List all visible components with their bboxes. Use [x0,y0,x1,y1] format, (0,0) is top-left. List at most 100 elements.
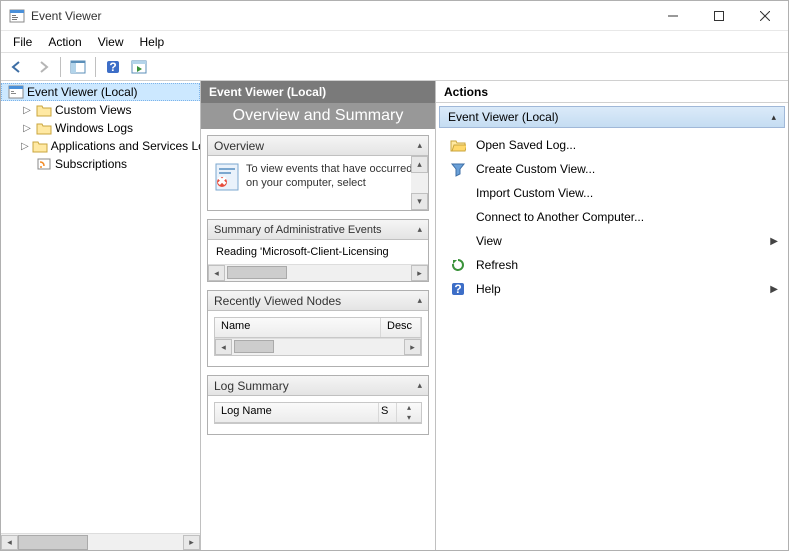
blank-icon [450,209,466,225]
menu-action[interactable]: Action [40,33,89,51]
tree-item-app-services-logs[interactable]: ▷ Applications and Services Logs [17,137,200,155]
actions-group-header[interactable]: Event Viewer (Local) ▴ [439,106,785,128]
collapse-caret-icon: ▴ [417,295,422,306]
submenu-arrow-icon: ▶ [770,284,778,295]
menu-help[interactable]: Help [132,33,173,51]
column-log-name[interactable]: Log Name [215,403,379,422]
scroll-down-arrow[interactable]: ▾ [411,193,428,210]
titlebar: Event Viewer [1,1,788,31]
recently-list: Name Desc ◂ ▸ [214,317,422,356]
scroll-thumb[interactable] [234,340,274,353]
overview-section-header[interactable]: Overview ▴ [208,136,428,156]
actions-group-label: Event Viewer (Local) [448,110,771,124]
center-pane: Event Viewer (Local) Overview and Summar… [201,81,436,550]
svg-text:?: ? [109,60,116,74]
actions-list: Open Saved Log... Create Custom View... … [436,131,788,303]
tree-horizontal-scrollbar[interactable]: ◂ ▸ [1,533,200,550]
tree-item-windows-logs[interactable]: ▷ Windows Logs [17,119,200,137]
window-controls [650,1,788,31]
help-toolbar-button[interactable]: ? [101,55,125,79]
collapse-caret-icon: ▴ [417,140,422,151]
section-title: Log Summary [214,379,417,393]
scroll-track[interactable] [18,535,183,550]
section-title: Summary of Administrative Events [214,224,417,236]
tree-item-label: Subscriptions [55,157,127,171]
blank-icon [450,185,466,201]
expander-icon[interactable]: ▷ [21,105,33,116]
action-import-custom-view[interactable]: Import Custom View... [436,181,788,205]
column-name[interactable]: Name [215,318,381,337]
folder-open-icon [450,137,466,153]
scroll-thumb[interactable] [227,266,287,279]
log-summary-list: Log Name S ▴ ▾ [214,402,422,424]
back-button[interactable] [5,55,29,79]
filter-icon [450,161,466,177]
column-description[interactable]: Desc [381,318,421,337]
tree-scroll[interactable]: Event Viewer (Local) ▷ Custom Views ▷ Wi… [1,81,200,533]
action-help[interactable]: ? Help ▶ [436,277,788,301]
recently-viewed-header[interactable]: Recently Viewed Nodes ▴ [208,291,428,311]
action-label: View [476,234,760,248]
scroll-right-arrow[interactable]: ▸ [183,535,200,550]
events-icon: ✖ [214,162,240,192]
scroll-right-arrow[interactable]: ▸ [411,265,428,281]
folder-icon [32,138,48,154]
scroll-up-arrow[interactable]: ▴ [397,403,421,413]
action-label: Create Custom View... [476,162,778,176]
close-button[interactable] [742,1,788,31]
event-viewer-window: Event Viewer File Action View Help ? Eve… [0,0,789,551]
folder-icon [36,120,52,136]
scroll-right-arrow[interactable]: ▸ [404,339,421,355]
menu-view[interactable]: View [90,33,132,51]
tree-root-label: Event Viewer (Local) [27,85,138,99]
action-view[interactable]: View ▶ [436,229,788,253]
summary-admin-header[interactable]: Summary of Administrative Events ▴ [208,220,428,240]
minimize-button[interactable] [650,1,696,31]
action-create-custom-view[interactable]: Create Custom View... [436,157,788,181]
window-title: Event Viewer [31,9,650,23]
tree-item-custom-views[interactable]: ▷ Custom Views [17,101,200,119]
action-open-saved-log[interactable]: Open Saved Log... [436,133,788,157]
help-icon: ? [450,281,466,297]
scroll-track[interactable] [225,265,411,281]
refresh-icon [450,257,466,273]
scroll-left-arrow[interactable]: ◂ [215,339,232,355]
blank-icon [450,233,466,249]
subscriptions-icon [36,156,52,172]
event-viewer-icon [8,84,24,100]
folder-icon [36,102,52,118]
properties-toolbar-button[interactable] [127,55,151,79]
scroll-thumb[interactable] [18,535,88,550]
maximize-button[interactable] [696,1,742,31]
scroll-track[interactable] [232,339,404,355]
action-label: Help [476,282,760,296]
menu-file[interactable]: File [5,33,40,51]
list-horizontal-scrollbar[interactable]: ◂ ▸ [215,338,421,355]
show-hide-tree-button[interactable] [66,55,90,79]
tree-item-subscriptions[interactable]: Subscriptions [17,155,200,173]
scroll-left-arrow[interactable]: ◂ [1,535,18,550]
action-label: Open Saved Log... [476,138,778,152]
tree-root-node[interactable]: Event Viewer (Local) [1,83,200,101]
actions-pane: Actions Event Viewer (Local) ▴ Open Save… [436,81,788,550]
scroll-left-arrow[interactable]: ◂ [208,265,225,281]
expander-icon[interactable]: ▷ [21,123,33,134]
section-title: Recently Viewed Nodes [214,294,417,308]
action-label: Connect to Another Computer... [476,210,778,224]
action-connect-computer[interactable]: Connect to Another Computer... [436,205,788,229]
forward-button[interactable] [31,55,55,79]
column-size[interactable]: S [379,403,397,422]
overview-vertical-scrollbar[interactable]: ▴ ▾ [411,156,428,210]
log-summary-header[interactable]: Log Summary ▴ [208,376,428,396]
scroll-down-arrow[interactable]: ▾ [397,413,421,423]
list-vertical-scrollbar[interactable]: ▴ ▾ [397,403,421,422]
collapse-caret-icon: ▴ [417,380,422,391]
toolbar: ? [1,53,788,81]
summary-admin-section: Summary of Administrative Events ▴ Readi… [207,219,429,282]
scroll-track[interactable] [411,173,428,193]
action-refresh[interactable]: Refresh [436,253,788,277]
summary-horizontal-scrollbar[interactable]: ◂ ▸ [208,264,428,281]
overview-text: To view events that have occurred on you… [246,162,422,191]
scroll-up-arrow[interactable]: ▴ [411,156,428,173]
expander-icon[interactable]: ▷ [21,141,29,152]
